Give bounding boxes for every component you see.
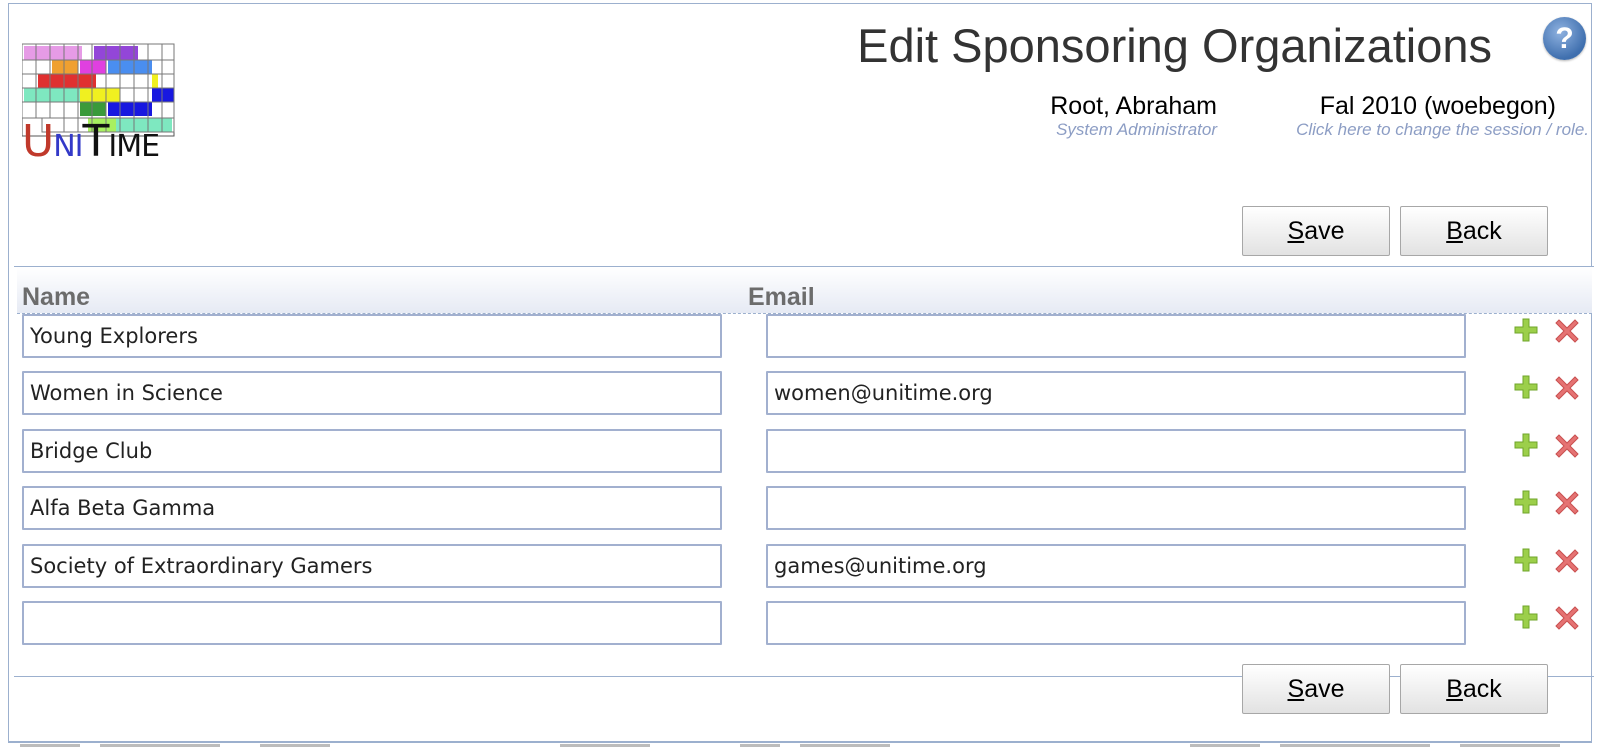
session-name: Fal 2010 (woebegon): [1319, 92, 1556, 120]
table-row: [0, 486, 1608, 532]
organization-name-input[interactable]: [22, 429, 722, 473]
column-header-email: Email: [748, 283, 815, 311]
user-role: System Administrator: [1056, 119, 1217, 139]
back-button-top[interactable]: Back: [1400, 206, 1548, 256]
save-button-bottom[interactable]: Save: [1242, 664, 1390, 714]
back-button-bottom[interactable]: Back: [1400, 664, 1548, 714]
add-row-icon[interactable]: [1512, 488, 1540, 516]
table-row: [0, 314, 1608, 360]
delete-row-icon[interactable]: [1553, 431, 1581, 459]
organization-name-input[interactable]: [22, 314, 722, 358]
organization-email-input[interactable]: [766, 601, 1466, 645]
organization-name-input[interactable]: [22, 371, 722, 415]
cropped-footer-text: [20, 744, 1590, 754]
table-header: Name Email: [17, 267, 1592, 314]
organization-email-input[interactable]: [766, 544, 1466, 588]
page-title: Edit Sponsoring Organizations: [857, 19, 1492, 72]
table-row: [0, 371, 1608, 417]
add-row-icon[interactable]: [1512, 316, 1540, 344]
table-row: [0, 544, 1608, 590]
organization-name-input[interactable]: [22, 486, 722, 530]
delete-row-icon[interactable]: [1553, 603, 1581, 631]
delete-row-icon[interactable]: [1553, 316, 1581, 344]
delete-row-icon[interactable]: [1553, 488, 1581, 516]
organization-email-input[interactable]: [766, 429, 1466, 473]
help-icon[interactable]: ?: [1543, 17, 1586, 60]
table-row: [0, 429, 1608, 475]
save-button-top[interactable]: Save: [1242, 206, 1390, 256]
session-switcher[interactable]: Fal 2010 (woebegon) Click here to change…: [1296, 92, 1589, 139]
session-hint: Click here to change the session / role.: [1296, 119, 1589, 139]
organization-email-input[interactable]: [766, 486, 1466, 530]
delete-row-icon[interactable]: [1553, 546, 1581, 574]
user-info: Root, Abraham System Administrator: [1050, 92, 1217, 139]
add-row-icon[interactable]: [1512, 431, 1540, 459]
add-row-icon[interactable]: [1512, 546, 1540, 574]
add-row-icon[interactable]: [1512, 373, 1540, 401]
column-header-name: Name: [22, 283, 91, 311]
table-row: [0, 601, 1608, 647]
user-name: Root, Abraham: [1050, 92, 1217, 120]
unitime-wordmark: UNITIME: [22, 116, 160, 167]
delete-row-icon[interactable]: [1553, 373, 1581, 401]
organization-email-input[interactable]: [766, 314, 1466, 358]
organization-email-input[interactable]: [766, 371, 1466, 415]
organization-name-input[interactable]: [22, 544, 722, 588]
organization-name-input[interactable]: [22, 601, 722, 645]
add-row-icon[interactable]: [1512, 603, 1540, 631]
